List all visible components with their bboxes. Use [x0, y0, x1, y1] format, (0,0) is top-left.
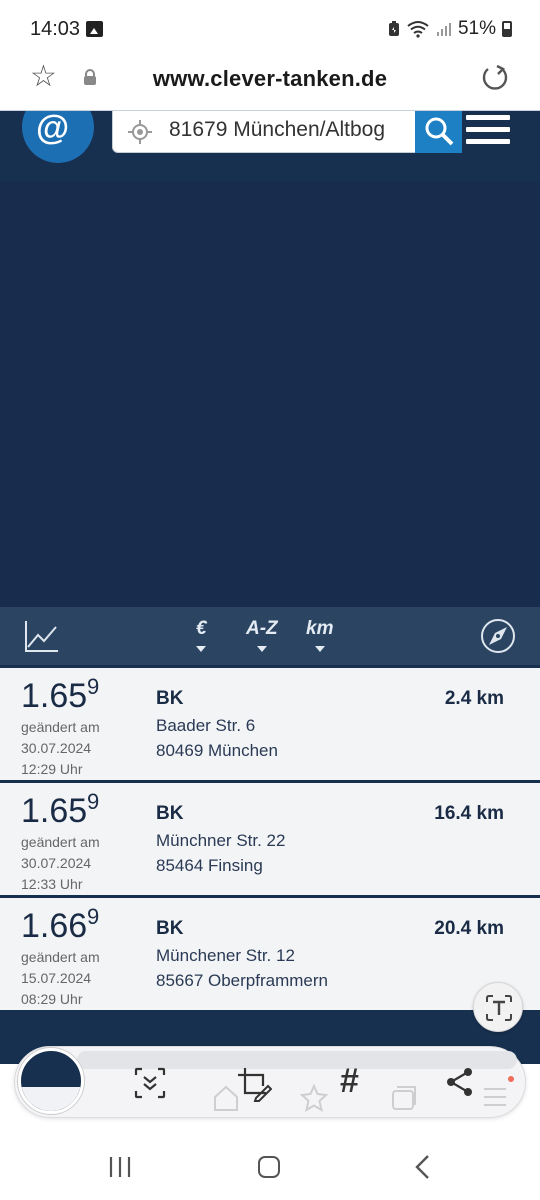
station-distance: 16.4 km [434, 803, 504, 824]
changed-date: 30.07.2024 [21, 740, 92, 756]
search-button[interactable] [415, 111, 462, 153]
list-toolbar: € A-Z km [0, 607, 540, 665]
recent-apps-icon[interactable] [108, 1156, 132, 1178]
sort-price-label: € [196, 618, 207, 639]
crop-edit-icon[interactable] [236, 1066, 272, 1102]
notification-dot [508, 1076, 514, 1082]
station-row[interactable]: 1.65 9 geändert am 30.07.2024 12:33 Uhr … [0, 780, 540, 895]
status-bar: 14:03 51% [0, 0, 540, 58]
sort-distance-label: km [306, 618, 334, 639]
text-extract-icon [486, 995, 512, 1021]
station-city: 85464 Finsing [156, 856, 263, 875]
location-search-box[interactable] [112, 111, 416, 153]
signal-icon [436, 23, 451, 36]
price-sup: 9 [87, 904, 100, 929]
changed-time: 08:29 Uhr [21, 991, 83, 1007]
sort-distance-arrow-icon [314, 646, 325, 652]
changed-label: geändert am [21, 719, 100, 735]
location-input[interactable] [169, 115, 413, 145]
station-city: 80469 München [156, 741, 278, 760]
sort-name-button[interactable]: A-Z [246, 618, 278, 652]
reload-icon[interactable] [480, 62, 510, 92]
site-header: @ [0, 110, 540, 182]
changed-date: 15.07.2024 [21, 970, 92, 986]
hashtag-icon[interactable]: # [340, 1062, 359, 1101]
changed-time: 12:29 Uhr [21, 761, 83, 777]
station-city: 85667 Oberpframmern [156, 971, 328, 990]
home-icon[interactable] [258, 1156, 280, 1178]
url-text[interactable]: www.clever-tanken.de [0, 66, 540, 92]
station-list: 1.65 9 geändert am 30.07.2024 12:29 Uhr … [0, 665, 540, 1010]
scroll-capture-icon[interactable] [133, 1066, 167, 1100]
changed-date: 30.07.2024 [21, 855, 92, 871]
browser-address-bar: ☆ www.clever-tanken.de [0, 58, 540, 110]
status-right: 51% [388, 18, 512, 40]
changed-label: geändert am [21, 949, 100, 965]
changed-label: geändert am [21, 834, 100, 850]
status-time: 14:03 [30, 18, 81, 40]
sort-name-arrow-icon [256, 646, 267, 652]
station-distance: 2.4 km [444, 688, 504, 709]
logo-at-icon: @ [36, 110, 70, 147]
tabs-ghost-icon [392, 1086, 416, 1110]
changed-time: 12:33 Uhr [21, 876, 83, 892]
locate-icon[interactable] [127, 119, 153, 145]
share-icon[interactable] [444, 1066, 476, 1098]
chart-icon[interactable] [24, 619, 60, 653]
station-distance: 20.4 km [434, 918, 504, 939]
wifi-icon [407, 21, 429, 38]
station-street: Baader Str. 6 [156, 716, 256, 735]
battery-icon [502, 21, 512, 37]
station-row[interactable]: 1.65 9 geändert am 30.07.2024 12:29 Uhr … [0, 665, 540, 780]
price-main: 1.65 [21, 792, 88, 830]
system-nav-bar [0, 1132, 540, 1200]
compass-icon[interactable] [480, 618, 516, 654]
price-main: 1.65 [21, 677, 88, 715]
thumbnail-preview [21, 1087, 81, 1111]
screenshot-thumbnail[interactable] [18, 1048, 84, 1114]
logo[interactable]: @ [22, 110, 94, 163]
station-street: Münchener Str. 12 [156, 946, 295, 965]
station-brand: BK [156, 918, 184, 939]
sort-distance-button[interactable]: km [306, 618, 333, 652]
price-sup: 9 [87, 789, 100, 814]
station-brand: BK [156, 688, 184, 709]
menu-icon[interactable] [466, 113, 510, 147]
search-icon [425, 117, 454, 146]
map-area[interactable] [0, 182, 540, 607]
back-icon[interactable] [414, 1154, 430, 1180]
price-sup: 9 [87, 674, 100, 699]
sort-name-label: A-Z [246, 618, 278, 639]
price-main: 1.66 [21, 907, 88, 945]
star-ghost-icon [300, 1084, 328, 1112]
station-street: Münchner Str. 22 [156, 831, 286, 850]
image-icon [86, 21, 103, 37]
battery-percent: 51% [457, 18, 496, 39]
text-extract-button[interactable] [473, 982, 523, 1032]
battery-saver-icon [388, 21, 399, 36]
station-row[interactable]: 1.66 9 geändert am 15.07.2024 08:29 Uhr … [0, 895, 540, 1010]
station-brand: BK [156, 803, 184, 824]
sort-price-arrow-icon [196, 646, 207, 652]
menu-ghost-icon [484, 1088, 506, 1106]
sort-price-button[interactable]: € [196, 618, 207, 652]
